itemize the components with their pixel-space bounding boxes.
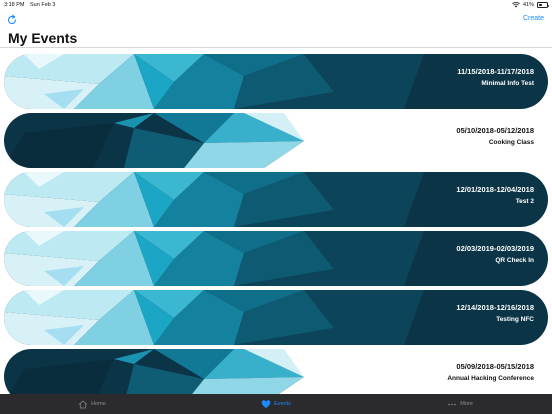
battery-percent: 41% bbox=[522, 2, 534, 8]
event-card-text: 12/01/2018-12/04/2018 Test 2 bbox=[456, 185, 534, 205]
wifi-icon bbox=[512, 2, 520, 8]
event-date-range: 05/09/2018-05/15/2018 bbox=[456, 362, 534, 371]
heart-icon bbox=[261, 399, 271, 408]
refresh-icon[interactable] bbox=[6, 14, 18, 26]
status-bar: 3:18 PM Sun Feb 3 41% bbox=[0, 0, 552, 10]
event-card-text: 12/14/2018-12/16/2018 Testing NFC bbox=[456, 303, 534, 323]
event-card-text: 05/10/2018-05/12/2018 Cooking Class bbox=[456, 126, 534, 146]
event-name: Test 2 bbox=[515, 198, 534, 205]
event-card-text: 05/09/2018-05/15/2018 Annual Hacking Con… bbox=[447, 362, 534, 382]
event-name: QR Check In bbox=[495, 257, 534, 264]
event-name: Testing NFC bbox=[496, 316, 534, 323]
status-time: 3:18 PM bbox=[4, 2, 25, 8]
event-card[interactable]: 11/15/2018-11/17/2018 Minimal Info Test bbox=[4, 54, 548, 109]
event-date-range: 05/10/2018-05/12/2018 bbox=[456, 126, 534, 135]
create-button[interactable]: Create bbox=[523, 15, 544, 22]
event-date-range: 12/14/2018-12/16/2018 bbox=[456, 303, 534, 312]
home-icon bbox=[78, 400, 88, 408]
battery-icon bbox=[537, 2, 549, 8]
status-date: Sun Feb 3 bbox=[30, 2, 56, 8]
event-card[interactable]: 12/14/2018-12/16/2018 Testing NFC bbox=[4, 290, 548, 345]
event-date-range: 02/03/2019-02/03/2019 bbox=[456, 244, 534, 253]
tab-more[interactable]: More bbox=[368, 394, 552, 414]
event-date-range: 12/01/2018-12/04/2018 bbox=[456, 185, 534, 194]
event-card[interactable]: 05/09/2018-05/15/2018 Annual Hacking Con… bbox=[4, 349, 548, 394]
tab-home[interactable]: Home bbox=[0, 394, 184, 414]
events-list[interactable]: 11/15/2018-11/17/2018 Minimal Info Test … bbox=[0, 50, 552, 394]
tab-bar: Home Events More bbox=[0, 394, 552, 414]
event-name: Minimal Info Test bbox=[481, 80, 534, 87]
tab-label: Events bbox=[274, 401, 291, 407]
tab-label: Home bbox=[91, 401, 106, 407]
event-card-text: 11/15/2018-11/17/2018 Minimal Info Test bbox=[457, 67, 534, 87]
navigation-bar: Create My Events bbox=[0, 10, 552, 48]
event-card[interactable]: 12/01/2018-12/04/2018 Test 2 bbox=[4, 172, 548, 227]
event-date-range: 11/15/2018-11/17/2018 bbox=[457, 67, 534, 76]
tab-label: More bbox=[460, 401, 473, 407]
event-card[interactable]: 02/03/2019-02/03/2019 QR Check In bbox=[4, 231, 548, 286]
page-title: My Events bbox=[8, 30, 78, 46]
tab-events[interactable]: Events bbox=[184, 394, 368, 414]
event-card[interactable]: 05/10/2018-05/12/2018 Cooking Class bbox=[4, 113, 548, 168]
more-icon bbox=[448, 403, 457, 405]
event-name: Cooking Class bbox=[488, 139, 534, 146]
event-name: Annual Hacking Conference bbox=[447, 375, 534, 382]
event-card-text: 02/03/2019-02/03/2019 QR Check In bbox=[456, 244, 534, 264]
